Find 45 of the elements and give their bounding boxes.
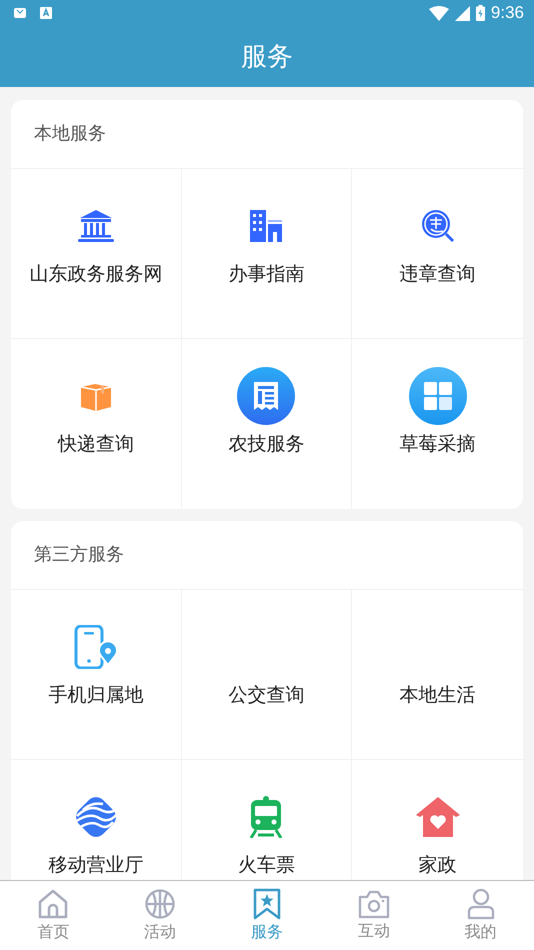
- phone-location-icon: [74, 625, 118, 669]
- train-icon: [248, 796, 284, 838]
- section-title: 本地服务: [11, 100, 523, 169]
- service-item[interactable]: 公交查询: [182, 590, 352, 760]
- service-item[interactable]: 农技服务: [182, 339, 352, 509]
- service-label: 公交查询: [228, 683, 304, 708]
- service-label: 草莓采摘: [400, 432, 476, 457]
- battery-charging-icon: [476, 5, 485, 21]
- bookmark-star-icon: [252, 888, 281, 920]
- grid-icon: [408, 367, 467, 425]
- service-label: 违章查询: [400, 262, 476, 287]
- service-item[interactable]: 本地生活: [352, 590, 523, 760]
- service-label: 本地生活: [400, 683, 476, 708]
- service-item[interactable]: 山东政务服务网: [11, 169, 182, 339]
- basketball-icon: [144, 888, 176, 920]
- signal-icon: [454, 6, 470, 20]
- receipt-icon: [237, 367, 296, 425]
- service-item[interactable]: 草莓采摘: [352, 339, 523, 509]
- camera-icon: [358, 889, 390, 919]
- service-label: 移动营业厅: [48, 853, 144, 878]
- service-label: 快递查询: [58, 432, 134, 457]
- buildings-icon: [250, 210, 282, 242]
- service-item[interactable]: 违章查询: [352, 169, 523, 339]
- service-item[interactable]: 手机归属地: [11, 590, 182, 760]
- wifi-icon: [428, 6, 449, 20]
- service-item[interactable]: 办事指南: [182, 169, 352, 339]
- mail-notification-icon: [14, 7, 26, 19]
- status-time: 9:36: [490, 3, 524, 23]
- house-heart-icon: [416, 797, 460, 837]
- service-label: 办事指南: [228, 262, 304, 287]
- user-icon: [466, 888, 496, 920]
- service-label: 家政: [418, 853, 457, 878]
- page-title: 服务: [241, 41, 293, 74]
- service-label: 手机归属地: [48, 683, 144, 708]
- service-item[interactable]: 快递查询: [11, 339, 182, 509]
- service-item[interactable]: 家政: [352, 760, 523, 880]
- home-icon: [37, 888, 70, 920]
- service-label: 山东政务服务网: [29, 262, 162, 287]
- section-title: 第三方服务: [11, 521, 523, 590]
- package-icon: [78, 381, 113, 411]
- service-label: 火车票: [238, 853, 295, 878]
- service-label: 农技服务: [228, 432, 304, 457]
- bank-icon: [78, 210, 114, 242]
- magnifier-icon: [420, 209, 455, 243]
- font-notification-icon: [40, 7, 52, 19]
